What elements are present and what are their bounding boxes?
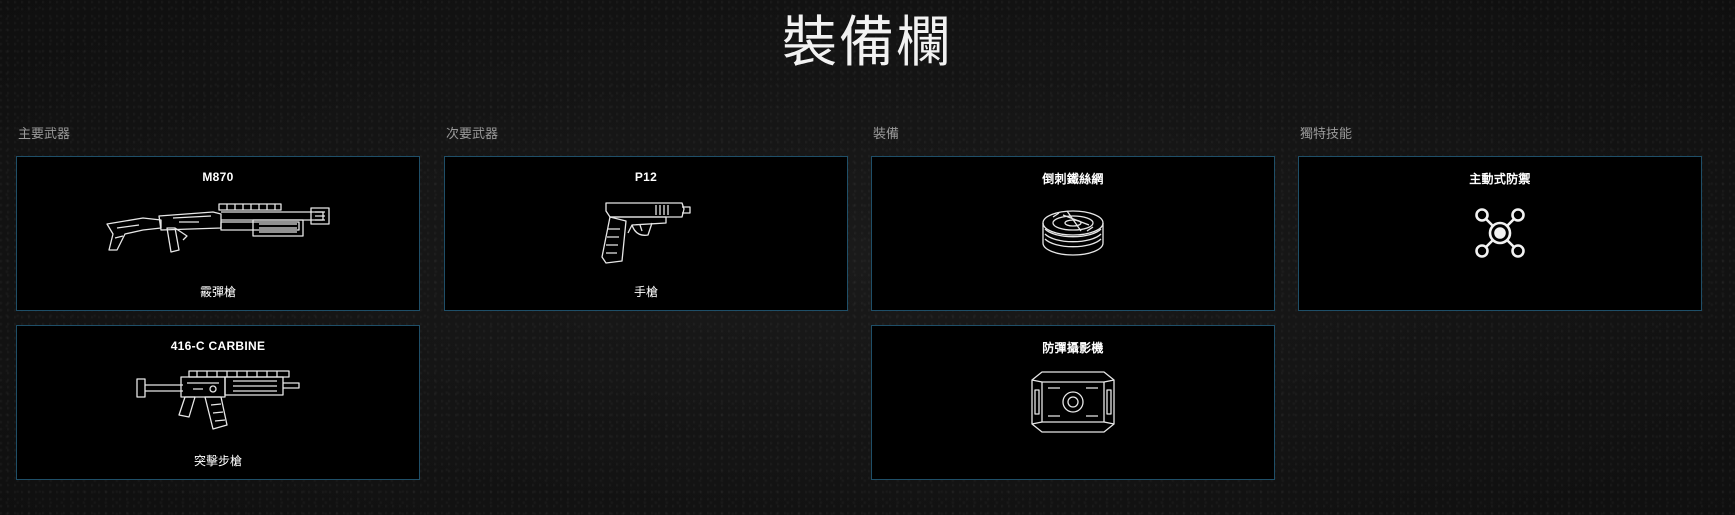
- weapon-card-p12[interactable]: P12 手槍: [444, 156, 848, 311]
- secondary-weapons-column: 次要武器 P12 手槍: [444, 126, 848, 325]
- card-title: 416-C CARBINE: [170, 339, 266, 353]
- card-title: M870: [202, 170, 234, 184]
- assault-rifle-icon: [17, 362, 419, 442]
- unique-ability-label: 獨特技能: [1300, 126, 1353, 141]
- card-title: 倒刺鐵絲網: [1042, 172, 1104, 186]
- card-title: 主動式防禦: [1469, 172, 1531, 186]
- page-title: 裝備欄: [781, 11, 953, 73]
- weapon-card-m870[interactable]: M870 霰彈槍: [16, 156, 420, 311]
- card-type-label: 突擊步槍: [193, 454, 242, 468]
- secondary-weapons-label: 次要武器: [446, 126, 499, 141]
- gadget-card-barbed-wire[interactable]: 倒刺鐵絲網: [871, 156, 1275, 311]
- gadget-card-bulletproof-camera[interactable]: 防彈攝影機: [871, 325, 1275, 480]
- active-defense-icon: [1299, 193, 1701, 273]
- unique-ability-column: 獨特技能 主動式防禦: [1298, 126, 1702, 325]
- barbed-wire-icon: [872, 193, 1274, 273]
- gadgets-column: 裝備 倒刺鐵絲網 防彈攝影機: [871, 126, 1275, 494]
- shotgun-icon: [17, 193, 419, 273]
- ability-card-active-defense[interactable]: 主動式防禦: [1298, 156, 1702, 311]
- bulletproof-camera-icon: [872, 362, 1274, 442]
- pistol-icon: [445, 193, 847, 273]
- card-type-label: 霰彈槍: [199, 285, 236, 299]
- primary-weapons-column: 主要武器 M870 霰彈槍 416-C CARBINE 突擊步槍: [16, 126, 420, 494]
- gadgets-label: 裝備: [873, 126, 900, 141]
- primary-weapons-label: 主要武器: [18, 126, 71, 141]
- card-title: P12: [634, 170, 658, 184]
- weapon-card-416-c-carbine[interactable]: 416-C CARBINE 突擊步槍: [16, 325, 420, 480]
- card-type-label: 手槍: [633, 285, 658, 299]
- card-title: 防彈攝影機: [1042, 341, 1104, 355]
